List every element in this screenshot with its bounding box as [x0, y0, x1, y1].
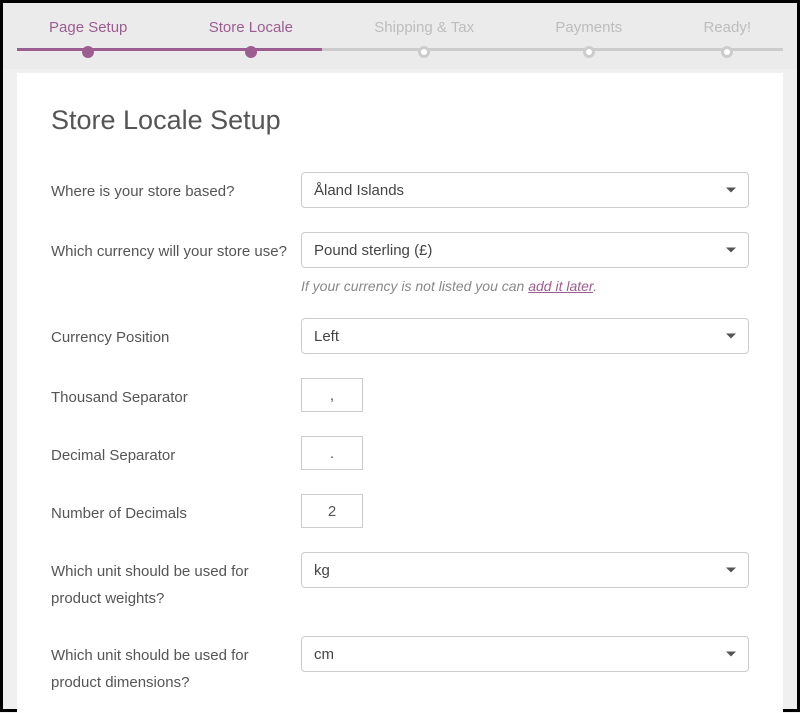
select-value: Pound sterling (£): [314, 242, 432, 259]
stepper-step-page-setup[interactable]: Page Setup: [49, 3, 127, 69]
stepper-step-label: Ready!: [703, 19, 751, 36]
chevron-down-icon: [726, 568, 736, 573]
stepper-step-label: Store Locale: [209, 19, 293, 36]
chevron-down-icon: [726, 334, 736, 339]
row-dimension-unit: Which unit should be used for product di…: [51, 636, 749, 696]
stepper-step-shipping-tax[interactable]: Shipping & Tax: [374, 3, 474, 69]
stepper-dot-icon: [418, 46, 430, 58]
chevron-down-icon: [726, 652, 736, 657]
label-decimal-separator: Decimal Separator: [51, 436, 301, 469]
select-currency[interactable]: Pound sterling (£): [301, 232, 749, 268]
label-currency: Which currency will your store use?: [51, 232, 301, 265]
label-currency-position: Currency Position: [51, 318, 301, 351]
row-currency-position: Currency Position Left: [51, 318, 749, 354]
select-value: Åland Islands: [314, 182, 404, 199]
stepper-step-label: Payments: [555, 19, 622, 36]
row-decimal-separator: Decimal Separator: [51, 436, 749, 470]
label-weight-unit: Which unit should be used for product we…: [51, 552, 301, 612]
label-dimension-unit: Which unit should be used for product di…: [51, 636, 301, 696]
label-thousand-separator: Thousand Separator: [51, 378, 301, 411]
page-title: Store Locale Setup: [51, 105, 749, 136]
select-store-country[interactable]: Åland Islands: [301, 172, 749, 208]
stepper-dot-icon: [583, 46, 595, 58]
row-weight-unit: Which unit should be used for product we…: [51, 552, 749, 612]
select-currency-position[interactable]: Left: [301, 318, 749, 354]
stepper-step-ready[interactable]: Ready!: [703, 3, 751, 69]
chevron-down-icon: [726, 248, 736, 253]
select-weight-unit[interactable]: kg: [301, 552, 749, 588]
row-thousand-separator: Thousand Separator: [51, 378, 749, 412]
setup-stepper: Page Setup Store Locale Shipping & Tax P…: [3, 3, 797, 69]
stepper-dot-icon: [245, 46, 257, 58]
stepper-step-label: Shipping & Tax: [374, 19, 474, 36]
row-currency: Which currency will your store use? Poun…: [51, 232, 749, 294]
stepper-step-store-locale[interactable]: Store Locale: [209, 3, 293, 69]
settings-card: Store Locale Setup Where is your store b…: [17, 73, 783, 713]
label-store-country: Where is your store based?: [51, 172, 301, 205]
currency-helper-text: If your currency is not listed you can a…: [301, 278, 749, 294]
select-dimension-unit[interactable]: cm: [301, 636, 749, 672]
stepper-step-label: Page Setup: [49, 19, 127, 36]
chevron-down-icon: [726, 188, 736, 193]
row-num-decimals: Number of Decimals: [51, 494, 749, 528]
select-value: kg: [314, 562, 330, 579]
row-store-country: Where is your store based? Åland Islands: [51, 172, 749, 208]
stepper-dot-icon: [82, 46, 94, 58]
label-num-decimals: Number of Decimals: [51, 494, 301, 527]
input-num-decimals[interactable]: [301, 494, 363, 528]
add-currency-link[interactable]: add it later: [528, 278, 593, 294]
stepper-step-payments[interactable]: Payments: [555, 3, 622, 69]
stepper-dot-icon: [721, 46, 733, 58]
select-value: cm: [314, 646, 334, 663]
input-decimal-separator[interactable]: [301, 436, 363, 470]
select-value: Left: [314, 328, 339, 345]
input-thousand-separator[interactable]: [301, 378, 363, 412]
